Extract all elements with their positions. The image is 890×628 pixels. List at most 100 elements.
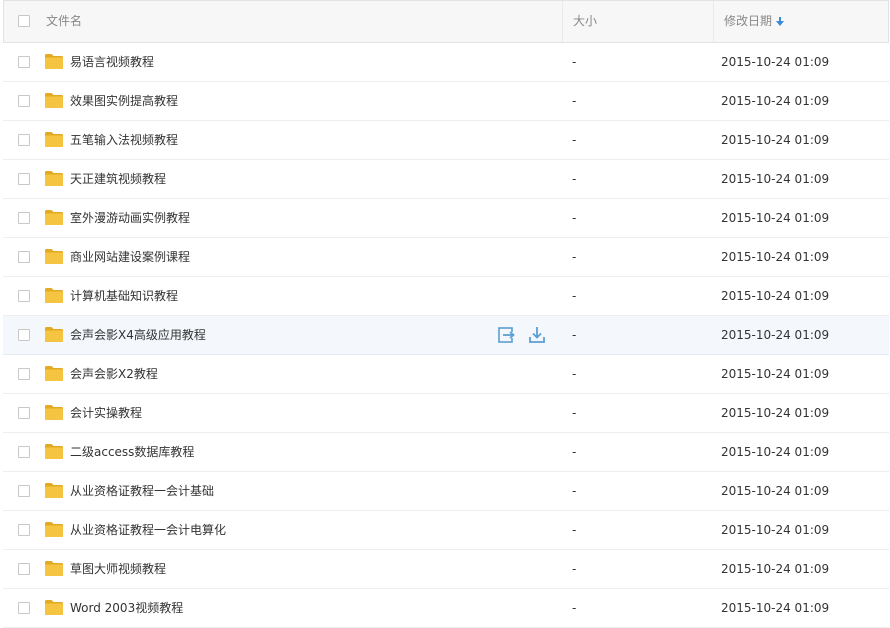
file-date: 2015-10-24 01:09 [721, 328, 830, 342]
table-row[interactable]: 五笔输入法视频教程 - 2015-10-24 01:09 [3, 121, 889, 160]
row-checkbox[interactable] [18, 524, 30, 536]
row-checkbox[interactable] [18, 407, 30, 419]
file-name[interactable]: 会声会影X2教程 [70, 355, 158, 393]
row-checkbox[interactable] [18, 212, 30, 224]
table-row[interactable]: 效果图实例提高教程 - 2015-10-24 01:09 [3, 82, 889, 121]
table-row[interactable]: 从业资格证教程一会计基础 - 2015-10-24 01:09 [3, 472, 889, 511]
row-checkbox[interactable] [18, 95, 30, 107]
row-checkbox[interactable] [18, 56, 30, 68]
row-checkbox[interactable] [18, 290, 30, 302]
file-name[interactable]: 商业网站建设案例课程 [70, 238, 190, 276]
file-name[interactable]: 计算机基础知识教程 [70, 277, 178, 315]
row-checkbox[interactable] [18, 173, 30, 185]
column-header-name[interactable]: 文件名 [46, 1, 82, 42]
table-row[interactable]: 计算机基础知识教程 - 2015-10-24 01:09 [3, 277, 889, 316]
file-date: 2015-10-24 01:09 [721, 250, 830, 264]
file-size: - [572, 367, 577, 381]
select-all-checkbox[interactable] [18, 15, 30, 27]
folder-icon [44, 521, 64, 538]
file-name[interactable]: 天正建筑视频教程 [70, 160, 166, 198]
row-checkbox[interactable] [18, 368, 30, 380]
column-header-size-label: 大小 [573, 14, 598, 28]
folder-icon [44, 92, 64, 109]
table-row[interactable]: 会声会影X4高级应用教程 - 2015-10-24 01:09 [3, 316, 889, 355]
table-row[interactable]: Word 2003视频教程 - 2015-10-24 01:09 [3, 589, 889, 628]
file-date: 2015-10-24 01:09 [721, 484, 830, 498]
folder-icon [44, 209, 64, 226]
folder-icon [44, 599, 64, 616]
folder-icon [44, 482, 64, 499]
table-row[interactable]: 易语言视频教程 - 2015-10-24 01:09 [3, 43, 889, 82]
file-size: - [572, 328, 577, 342]
file-date: 2015-10-24 01:09 [721, 172, 830, 186]
folder-icon [44, 248, 64, 265]
file-name[interactable]: 草图大师视频教程 [70, 550, 166, 588]
file-date: 2015-10-24 01:09 [721, 601, 830, 615]
file-size: - [572, 484, 577, 498]
file-name[interactable]: 室外漫游动画实例教程 [70, 199, 190, 237]
row-checkbox[interactable] [18, 251, 30, 263]
column-header-size[interactable]: 大小 [562, 1, 713, 42]
file-size: - [572, 523, 577, 537]
file-size: - [572, 289, 577, 303]
file-size: - [572, 601, 577, 615]
file-date: 2015-10-24 01:09 [721, 211, 830, 225]
sort-desc-icon [776, 17, 785, 26]
folder-icon [44, 560, 64, 577]
table-row[interactable]: 从业资格证教程一会计电算化 - 2015-10-24 01:09 [3, 511, 889, 550]
file-size: - [572, 562, 577, 576]
row-checkbox[interactable] [18, 329, 30, 341]
folder-icon [44, 287, 64, 304]
folder-icon [44, 404, 64, 421]
file-date: 2015-10-24 01:09 [721, 289, 830, 303]
row-checkbox[interactable] [18, 446, 30, 458]
file-date: 2015-10-24 01:09 [721, 445, 830, 459]
column-header-date-label: 修改日期 [724, 14, 773, 28]
row-checkbox[interactable] [18, 563, 30, 575]
share-icon[interactable] [497, 325, 517, 345]
file-size: - [572, 55, 577, 69]
list-header: 文件名 大小 修改日期 [3, 0, 889, 43]
row-checkbox[interactable] [18, 485, 30, 497]
file-date: 2015-10-24 01:09 [721, 133, 830, 147]
table-row[interactable]: 商业网站建设案例课程 - 2015-10-24 01:09 [3, 238, 889, 277]
table-row[interactable]: 二级access数据库教程 - 2015-10-24 01:09 [3, 433, 889, 472]
table-row[interactable]: 会计实操教程 - 2015-10-24 01:09 [3, 394, 889, 433]
folder-icon [44, 53, 64, 70]
download-icon[interactable] [527, 325, 547, 345]
file-size: - [572, 250, 577, 264]
file-size: - [572, 133, 577, 147]
file-name[interactable]: Word 2003视频教程 [70, 589, 183, 627]
folder-icon [44, 131, 64, 148]
file-date: 2015-10-24 01:09 [721, 523, 830, 537]
file-name[interactable]: 效果图实例提高教程 [70, 82, 178, 120]
file-date: 2015-10-24 01:09 [721, 562, 830, 576]
file-name[interactable]: 二级access数据库教程 [70, 433, 194, 471]
file-name[interactable]: 易语言视频教程 [70, 43, 154, 81]
file-name[interactable]: 从业资格证教程一会计电算化 [70, 511, 226, 549]
file-date: 2015-10-24 01:09 [721, 94, 830, 108]
file-name[interactable]: 五笔输入法视频教程 [70, 121, 178, 159]
file-size: - [572, 94, 577, 108]
folder-icon [44, 365, 64, 382]
file-name[interactable]: 从业资格证教程一会计基础 [70, 472, 214, 510]
table-row[interactable]: 草图大师视频教程 - 2015-10-24 01:09 [3, 550, 889, 589]
file-date: 2015-10-24 01:09 [721, 367, 830, 381]
file-list: 文件名 大小 修改日期 易语言视频教程 -2015-10-24 01:09 效果图实… [0, 0, 890, 628]
table-row[interactable]: 室外漫游动画实例教程 - 2015-10-24 01:09 [3, 199, 889, 238]
file-size: - [572, 211, 577, 225]
folder-icon [44, 326, 64, 343]
file-date: 2015-10-24 01:09 [721, 55, 830, 69]
file-size: - [572, 172, 577, 186]
file-size: - [572, 406, 577, 420]
table-row[interactable]: 会声会影X2教程 - 2015-10-24 01:09 [3, 355, 889, 394]
row-checkbox[interactable] [18, 602, 30, 614]
row-checkbox[interactable] [18, 134, 30, 146]
folder-icon [44, 443, 64, 460]
table-row[interactable]: 天正建筑视频教程 - 2015-10-24 01:09 [3, 160, 889, 199]
file-name[interactable]: 会声会影X4高级应用教程 [70, 316, 206, 354]
file-date: 2015-10-24 01:09 [721, 406, 830, 420]
file-rows: 易语言视频教程 - 2015-10-24 01:09 效果图实例提高教程 - 2015-1… [0, 43, 890, 628]
column-header-date[interactable]: 修改日期 [713, 1, 884, 42]
file-name[interactable]: 会计实操教程 [70, 394, 142, 432]
